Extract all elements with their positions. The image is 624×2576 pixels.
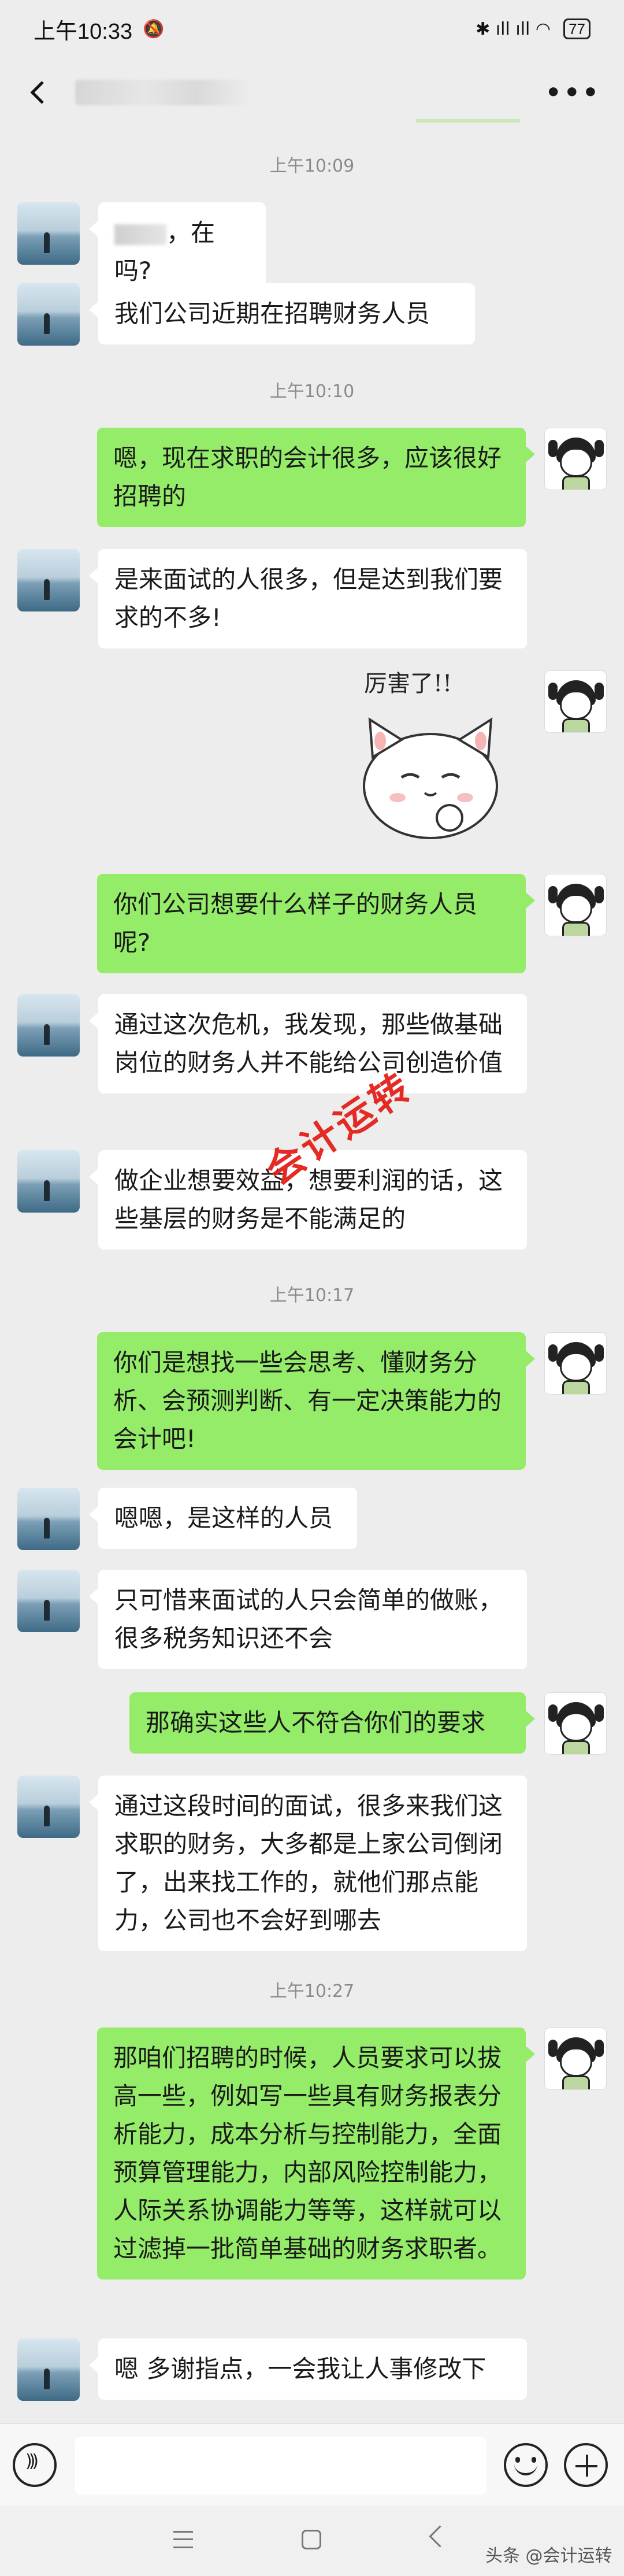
message-bubble-right[interactable]: 你们是想找一些会思考、懂财务分析、会预测判断、有一定决策能力的会计吧! xyxy=(97,1332,535,1470)
status-time: 上午10:33 xyxy=(34,19,133,44)
user-avatar[interactable] xyxy=(544,2028,607,2090)
message-bubble-left[interactable]: 嗯 多谢指点，一会我让人事修改下 xyxy=(89,2338,527,2400)
status-icons: ✱ ıll ıll ◠ 77 xyxy=(476,18,590,39)
message-bubble-left[interactable]: 只可惜来面试的人只会简单的做账，很多税务知识还不会 xyxy=(89,1570,527,1669)
message-bubble-left[interactable]: 是来面试的人很多，但是达到我们要求的不多! xyxy=(89,549,527,648)
timestamp: 上午10:27 xyxy=(269,1981,355,2002)
message-input[interactable] xyxy=(75,2437,486,2495)
timestamp: 上午10:09 xyxy=(269,156,355,176)
system-nav-bar: 头条 @会计运转 xyxy=(0,2505,624,2576)
message-bubble-left[interactable]: 嗯嗯，是这样的人员 xyxy=(89,1488,357,1549)
input-bar xyxy=(0,2423,624,2505)
back-icon[interactable] xyxy=(23,78,52,107)
message-bubble-left[interactable]: 我们公司近期在招聘财务人员 xyxy=(89,283,475,344)
blurred-name xyxy=(114,224,166,245)
message-bubble-left[interactable]: 通过这次危机，我发现，那些做基础岗位的财务人并不能给公司创造价值 xyxy=(89,994,527,1094)
title-bar: ••• xyxy=(0,58,624,127)
contact-avatar[interactable] xyxy=(17,1150,80,1213)
contact-avatar[interactable] xyxy=(17,202,80,265)
title-underline xyxy=(416,119,520,123)
plus-icon[interactable] xyxy=(564,2443,608,2487)
message-bubble-left[interactable]: 通过这段时间的面试，很多来我们这求职的财务，大多都是上家公司倒闭了，出来找工作的… xyxy=(89,1776,527,1951)
contact-avatar[interactable] xyxy=(17,283,80,346)
contact-avatar[interactable] xyxy=(17,1776,80,1838)
chat-title-blurred xyxy=(75,80,248,105)
nav-back-icon[interactable] xyxy=(429,2525,451,2548)
message-bubble-right[interactable]: 你们公司想要什么样子的财务人员呢? xyxy=(97,874,535,973)
user-avatar[interactable] xyxy=(544,1692,607,1755)
emoji-icon[interactable] xyxy=(504,2443,548,2487)
home-icon[interactable] xyxy=(302,2530,321,2549)
user-avatar[interactable] xyxy=(544,428,607,490)
signal-icons: ✱ ıll ıll ◠ xyxy=(476,18,551,39)
voice-icon[interactable] xyxy=(13,2443,57,2487)
menu-icon[interactable] xyxy=(173,2531,193,2548)
user-avatar[interactable] xyxy=(544,874,607,936)
contact-avatar[interactable] xyxy=(17,1570,80,1632)
message-bubble-right[interactable]: 那咱们招聘的时候，人员要求可以拔高一些，例如写一些具有财务报表分析能力，成本分析… xyxy=(97,2028,535,2280)
contact-avatar[interactable] xyxy=(17,549,80,611)
status-bar: 上午10:33 🔕 ✱ ıll ıll ◠ 77 xyxy=(0,0,624,58)
timestamp: 上午10:10 xyxy=(269,381,355,402)
user-avatar[interactable] xyxy=(544,1332,607,1395)
contact-avatar[interactable] xyxy=(17,2338,80,2401)
user-avatar[interactable] xyxy=(544,670,607,733)
source-credit: 头条 @会计运转 xyxy=(485,2546,612,2566)
cat-sticker[interactable]: 厉害了!! xyxy=(347,659,520,850)
mute-icon: 🔕 xyxy=(143,18,165,39)
contact-avatar[interactable] xyxy=(17,1488,80,1550)
message-bubble-right[interactable]: 那确实这些人不符合你们的要求 xyxy=(129,1692,535,1754)
contact-avatar[interactable] xyxy=(17,994,80,1057)
battery-icon: 77 xyxy=(563,18,590,39)
sticker-caption: 厉害了!! xyxy=(364,670,452,697)
more-icon[interactable]: ••• xyxy=(545,78,601,108)
timestamp: 上午10:17 xyxy=(269,1285,355,1306)
message-bubble-right[interactable]: 嗯，现在求职的会计很多，应该很好招聘的 xyxy=(97,428,535,527)
